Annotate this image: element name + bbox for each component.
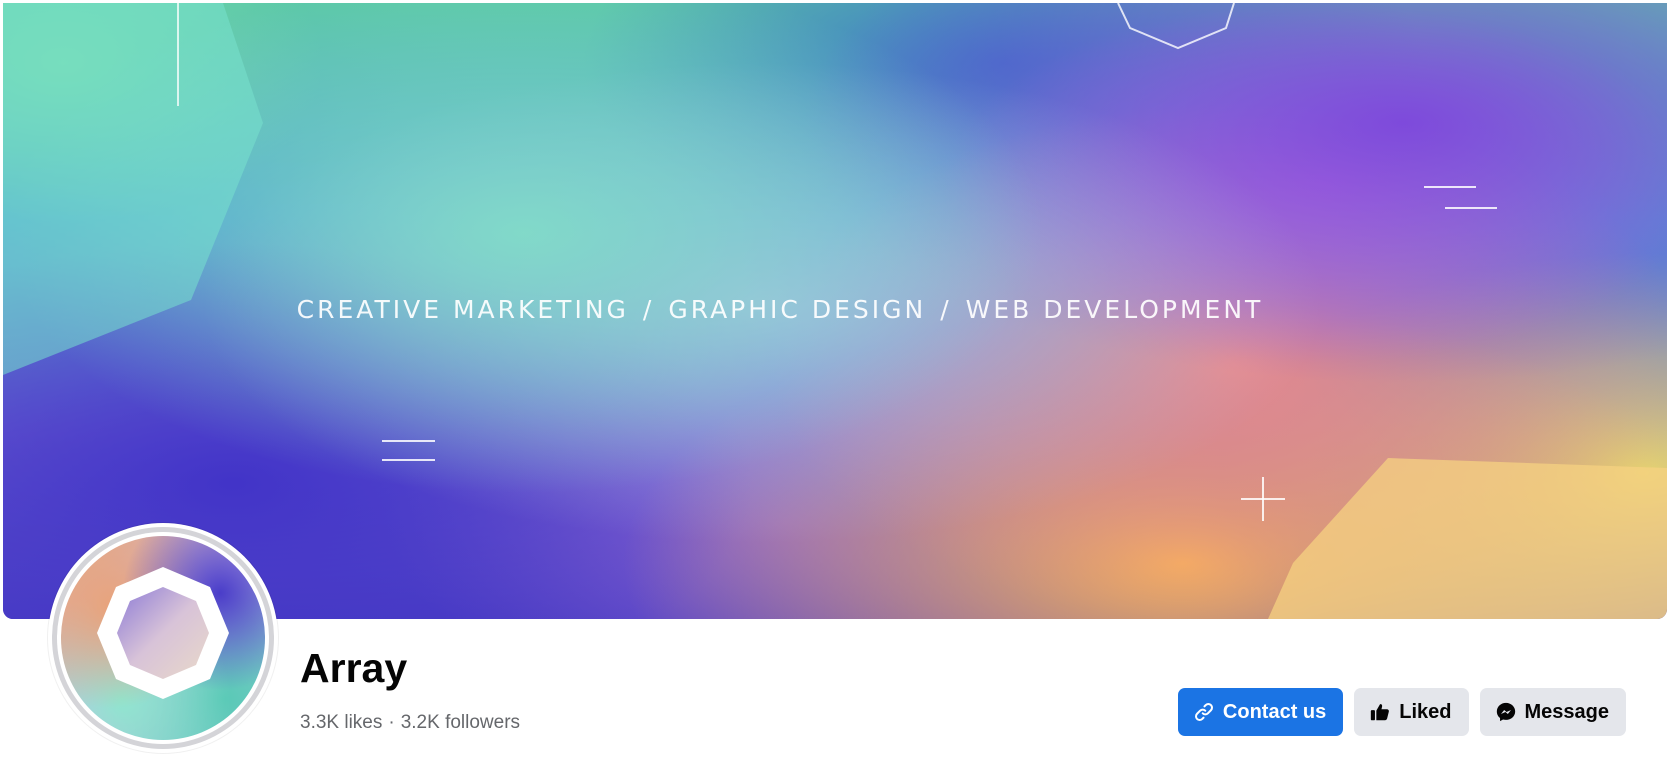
tagline-part-design: GRAPHIC DESIGN <box>668 295 927 324</box>
tagline-part-marketing: CREATIVE MARKETING <box>296 295 629 324</box>
profile-avatar[interactable] <box>48 523 278 753</box>
page-stats: 3.3K likes · 3.2K followers <box>300 712 520 734</box>
avatar-logo <box>61 536 265 740</box>
page-header: CREATIVE MARKETING / GRAPHIC DESIGN / WEB DE… <box>0 0 1670 774</box>
page-actions: Contact us Liked Message <box>1177 688 1626 736</box>
contact-us-label: Contact us <box>1222 700 1327 723</box>
liked-label: Liked <box>1399 700 1452 723</box>
liked-button[interactable]: Liked <box>1354 688 1469 736</box>
message-label: Message <box>1524 700 1610 723</box>
link-icon <box>1194 703 1213 721</box>
tagline-separator: / <box>940 295 952 324</box>
likes-count-link[interactable]: 3.3K likes <box>300 712 382 733</box>
cover-hexagon-right <box>1268 458 1667 619</box>
cover-tagline: CREATIVE MARKETING / GRAPHIC DESIGN / WEB DE… <box>3 295 1667 324</box>
cover-photo[interactable]: CREATIVE MARKETING / GRAPHIC DESIGN / WEB DE… <box>3 3 1667 619</box>
octagon-logo-icon <box>97 567 229 699</box>
cover-octagon-outline <box>1117 3 1235 50</box>
thumbs-up-icon <box>1371 704 1390 721</box>
page-title: Array <box>300 645 408 691</box>
tagline-separator: / <box>642 295 655 324</box>
message-button[interactable]: Message <box>1479 688 1626 736</box>
followers-count-link[interactable]: 3.2K followers <box>401 712 520 733</box>
messenger-icon <box>1496 702 1515 722</box>
tagline-part-web: WEB DEVELOPMENT <box>965 295 1264 324</box>
contact-us-button[interactable]: Contact us <box>1177 688 1344 736</box>
stats-separator: · <box>388 712 395 733</box>
